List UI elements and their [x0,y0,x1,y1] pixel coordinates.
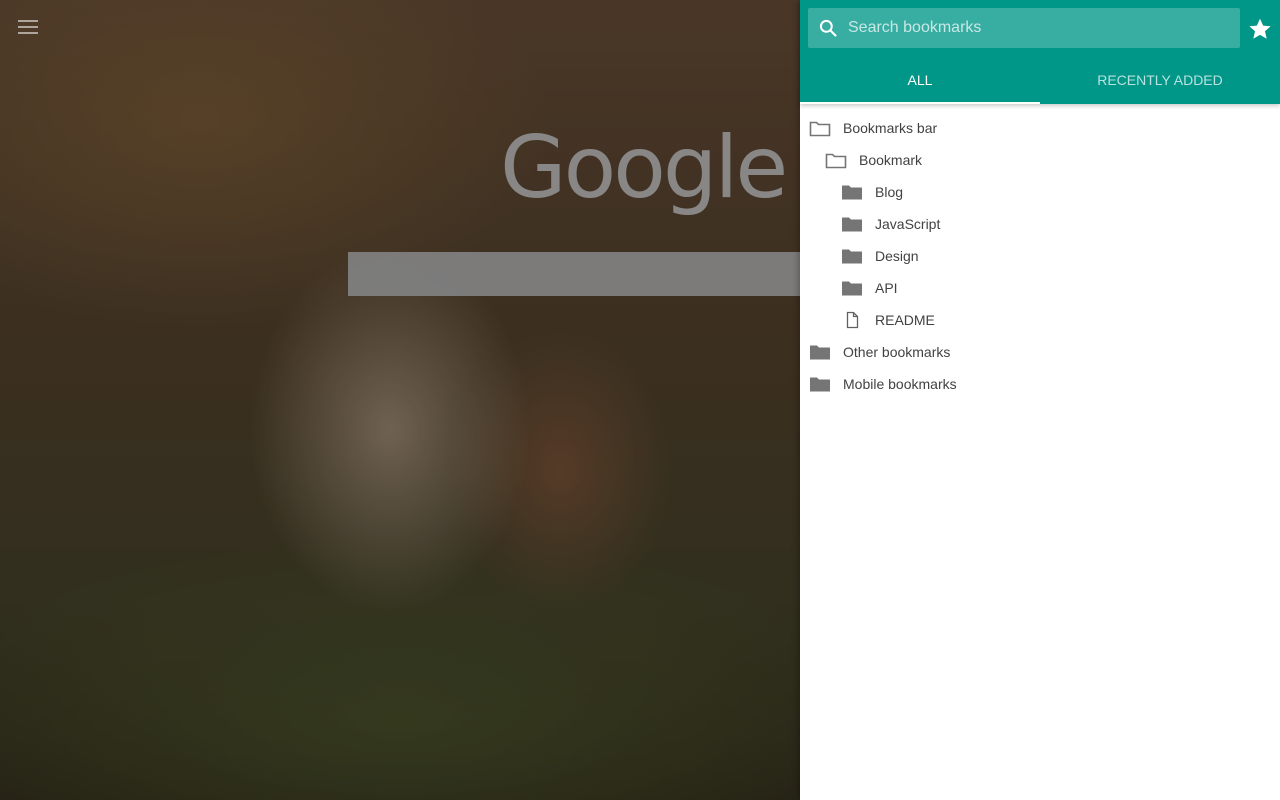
folder-icon [841,183,863,201]
folder-open-icon [825,151,847,169]
tree-item-blog[interactable]: Blog [800,176,1280,208]
tree-item-label: Bookmark [859,152,923,168]
folder-icon [809,343,831,361]
folder-icon [841,247,863,265]
search-icon [819,19,837,37]
search-bookmarks-input[interactable] [848,9,1228,47]
google-logo: Google [500,118,788,218]
tree-item-label: API [875,280,898,296]
tree-item-label: Mobile bookmarks [843,376,957,392]
google-search-box[interactable] [348,252,808,296]
bookmark-tree: Bookmarks bar Bookmark Blog JavaScript D… [800,104,1280,400]
folder-icon [809,375,831,393]
tree-item-api[interactable]: API [800,272,1280,304]
tab-recently-added[interactable]: RECENTLY ADDED [1040,56,1280,104]
tree-item-label: Blog [875,184,904,200]
search-bookmarks-field[interactable] [808,8,1240,48]
star-icon[interactable] [1247,16,1273,42]
tree-item-bookmarks-bar[interactable]: Bookmarks bar [800,112,1280,144]
tree-item-label: Other bookmarks [843,344,951,360]
hamburger-menu-icon[interactable] [18,20,38,36]
tree-item-javascript[interactable]: JavaScript [800,208,1280,240]
tree-item-bookmark[interactable]: Bookmark [800,144,1280,176]
folder-open-icon [809,119,831,137]
file-icon [841,311,863,329]
tree-item-mobile-bookmarks[interactable]: Mobile bookmarks [800,368,1280,400]
tab-all[interactable]: ALL [800,56,1040,104]
tree-item-readme[interactable]: README [800,304,1280,336]
tab-bar: ALL RECENTLY ADDED [800,56,1280,104]
tree-item-design[interactable]: Design [800,240,1280,272]
panel-header: ALL RECENTLY ADDED [800,0,1280,104]
bookmarks-panel: ALL RECENTLY ADDED Bookmarks bar Bookmar… [800,0,1280,800]
folder-icon [841,215,863,233]
tree-item-label: JavaScript [875,216,941,232]
tree-item-label: README [875,312,935,328]
folder-icon [841,279,863,297]
tree-item-other-bookmarks[interactable]: Other bookmarks [800,336,1280,368]
tree-item-label: Design [875,248,919,264]
tree-item-label: Bookmarks bar [843,120,938,136]
